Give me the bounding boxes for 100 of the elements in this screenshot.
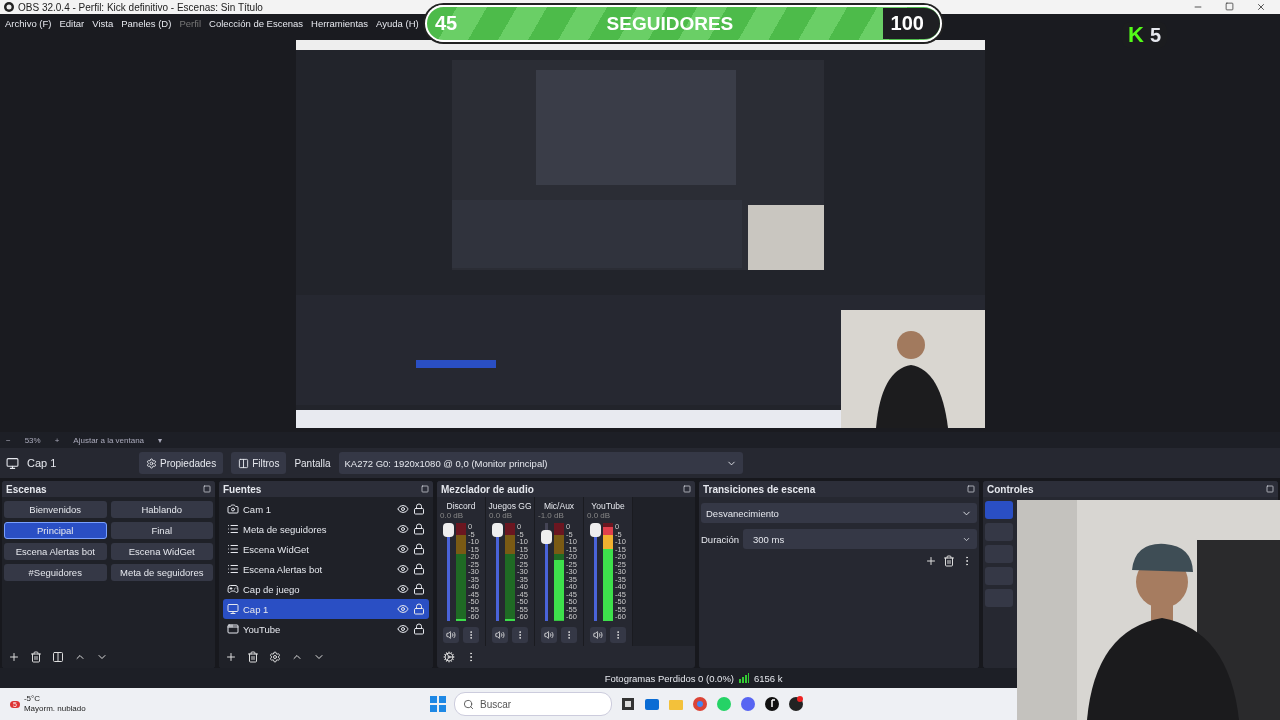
slider-thumb[interactable] <box>590 523 602 537</box>
mute-button[interactable] <box>443 627 459 643</box>
dock-title: Controles <box>987 483 1034 495</box>
source-item[interactable]: Cap de juego <box>223 579 429 599</box>
source-label: Cam 1 <box>243 503 272 515</box>
dock-title: Mezclador de audio <box>441 483 534 495</box>
zoom-percent: 53% <box>24 435 41 445</box>
add-icon <box>925 555 937 567</box>
channel-name: Discord <box>446 501 476 511</box>
zoom-out-button[interactable]: − <box>6 435 11 445</box>
source-label: Cap de juego <box>243 583 301 595</box>
record-icon[interactable] <box>788 696 804 712</box>
channel-name: YouTube <box>591 501 625 511</box>
menu-item[interactable]: Colección de Escenas <box>209 17 304 29</box>
menu-item[interactable]: Vista <box>92 17 114 29</box>
filter-icon <box>52 651 64 663</box>
goal-target: 100 <box>882 8 940 39</box>
menu-item[interactable]: Paneles (D) <box>121 17 172 29</box>
source-item[interactable]: Escena WidGet <box>223 539 429 559</box>
settings-icon <box>269 651 281 663</box>
dock-title: Escenas <box>6 483 47 495</box>
trash-icon <box>247 651 259 663</box>
add-icon <box>225 651 237 663</box>
float-icon <box>1266 485 1274 493</box>
menu-item[interactable]: Editar <box>59 17 85 29</box>
properties-button[interactable]: Propiedades <box>139 452 224 474</box>
source-item[interactable]: Cam 1 <box>223 499 429 519</box>
logo: K <box>1128 22 1144 48</box>
slider-thumb[interactable] <box>443 523 455 537</box>
menu-button[interactable] <box>463 627 479 643</box>
source-label: Meta de seguidores <box>243 523 328 535</box>
float-icon <box>421 485 429 493</box>
display-label: Pantalla <box>294 457 331 469</box>
scene-button[interactable]: Hablando <box>110 501 213 518</box>
volume-reading: -1.0 dB <box>538 511 564 520</box>
caret-icon[interactable]: ▾ <box>158 435 163 445</box>
volume-reading: 0.0 dB <box>440 511 464 520</box>
slider-thumb[interactable] <box>541 529 553 544</box>
window-icon <box>227 623 239 635</box>
menu-button[interactable] <box>610 627 626 643</box>
source-item[interactable]: YouTube <box>223 619 429 639</box>
menu-item[interactable]: Archivo (F) <box>5 17 52 29</box>
dock-title: Fuentes <box>223 483 262 495</box>
camera-icon <box>227 503 239 515</box>
close-icon[interactable] <box>1256 2 1266 12</box>
source-label: Escena WidGet <box>243 543 310 555</box>
menu-button[interactable] <box>512 627 528 643</box>
monitor-icon <box>227 603 239 615</box>
source-item[interactable]: Cap 1 <box>223 599 429 619</box>
zoom-in-button[interactable]: + <box>54 435 60 445</box>
float-icon <box>683 485 691 493</box>
scene-button[interactable]: Bienvenidos <box>4 501 107 518</box>
volume-reading: 0.0 dB <box>587 511 611 520</box>
mute-button[interactable] <box>492 627 508 643</box>
scene-button[interactable]: Escena Alertas bot <box>4 543 107 560</box>
zoom-mode-dropdown[interactable]: Ajustar a la ventana <box>73 435 145 445</box>
scene-button[interactable]: #Seguidores <box>4 564 107 581</box>
duration-label: Duración <box>701 533 740 545</box>
menu-button[interactable] <box>561 627 577 643</box>
goal-label: SEGUIDORES <box>606 12 734 35</box>
scene-button[interactable]: Escena WidGet <box>110 543 213 560</box>
menu-item[interactable]: Herramientas <box>311 17 369 29</box>
scene-button[interactable]: Principal <box>4 522 107 539</box>
mute-button[interactable] <box>541 627 557 643</box>
maximize-icon[interactable] <box>1225 2 1234 11</box>
scene-button[interactable]: Meta de seguidores <box>110 564 213 581</box>
window-title: OBS 32.0.4 - Perfil: Kick definitivo - Escenas: Sin Título <box>18 1 264 13</box>
transition-dropdown[interactable]: Desvanecimiento <box>701 503 977 523</box>
source-name: Cap 1 <box>27 457 58 469</box>
browser-icon[interactable] <box>692 696 708 712</box>
weather-condition: Mayorm. nublado <box>23 704 86 714</box>
bitrate: 6156 k <box>754 672 784 684</box>
speaker-icon <box>495 630 505 640</box>
mute-button[interactable] <box>590 627 606 643</box>
duration-field[interactable]: 300 ms <box>743 529 977 549</box>
slider-thumb[interactable] <box>492 523 504 537</box>
add-icon <box>8 651 20 663</box>
source-item[interactable]: Escena Alertas bot <box>223 559 429 579</box>
trash-icon <box>943 555 955 567</box>
temperature: -5°C <box>23 694 41 704</box>
source-label: Escena Alertas bot <box>243 563 324 575</box>
list-icon <box>227 543 239 555</box>
scene-button[interactable]: Final <box>110 522 213 539</box>
list-icon <box>227 523 239 535</box>
monitor-icon <box>6 456 19 470</box>
search-field[interactable]: Buscar <box>454 692 612 716</box>
display-dropdown[interactable]: KA272 G0: 1920x1080 @ 0,0 (Monitor principal) <box>338 452 743 474</box>
speaker-icon <box>446 630 456 640</box>
list-icon <box>227 563 239 575</box>
source-item[interactable]: Meta de seguidores <box>223 519 429 539</box>
viewer-count: 5 <box>1149 23 1161 47</box>
signal-icon <box>739 673 749 683</box>
filters-button[interactable]: Filtros <box>231 452 287 474</box>
speaker-icon <box>544 630 554 640</box>
speaker-icon <box>593 630 603 640</box>
gear-icon <box>146 457 157 469</box>
settings-icon <box>443 651 455 663</box>
task-view-icon[interactable] <box>620 696 636 712</box>
start-icon[interactable] <box>430 696 446 712</box>
menu-item[interactable]: Ayuda (H) <box>376 17 419 29</box>
